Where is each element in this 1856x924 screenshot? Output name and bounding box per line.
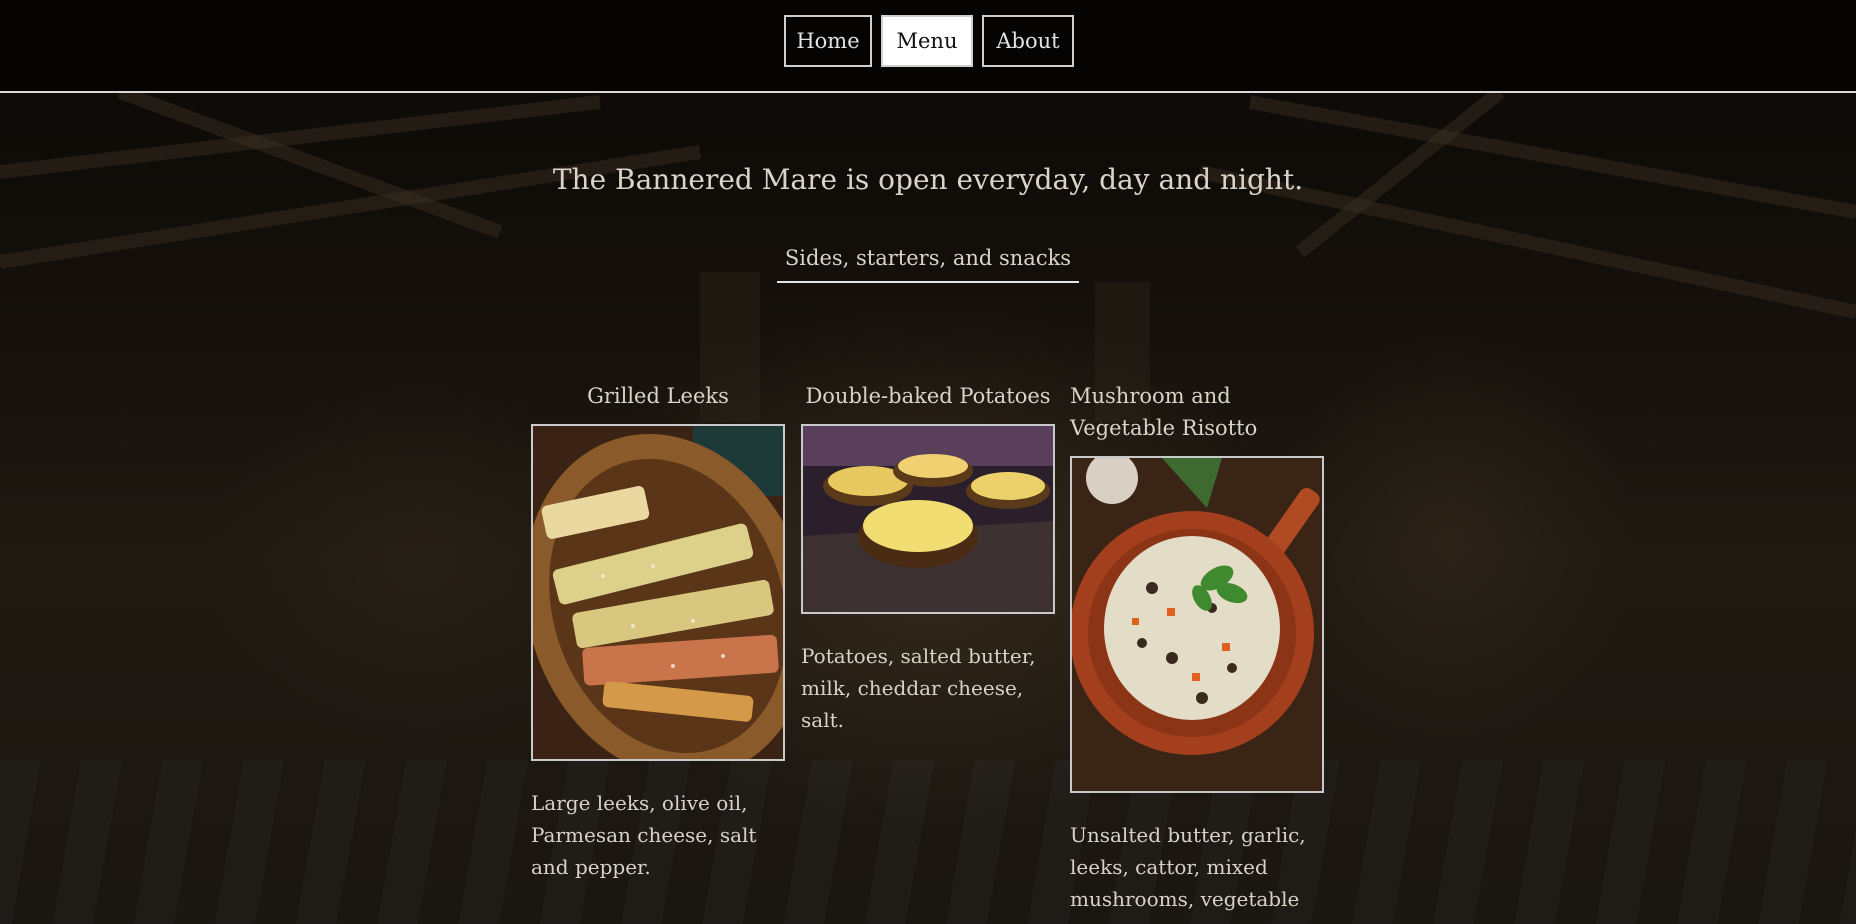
grilled-leeks-image <box>531 424 785 761</box>
section-divider <box>777 281 1079 283</box>
section-title: Sides, starters, and snacks <box>784 246 1072 270</box>
menu-item-name: Double-baked Potatoes <box>805 384 1051 408</box>
menu-item-name: Mushroom and Vegetable Risotto <box>1070 384 1258 440</box>
nav-home-button[interactable]: Home <box>784 15 872 67</box>
nav-about-button[interactable]: About <box>982 15 1074 67</box>
menu-item-double-baked-potatoes: Double-baked Potatoes Potatoes, salted b… <box>801 380 1055 736</box>
menu-item-description: Unsalted butter, garlic, leeks, cattor, … <box>1070 823 1306 911</box>
background-floor <box>0 760 1856 924</box>
menu-item-name: Grilled Leeks <box>587 384 729 408</box>
menu-item-grilled-leeks: Grilled Leeks Large leeks, olive oil, Pa… <box>531 380 785 883</box>
top-navigation-bar: Home Menu About <box>0 0 1856 93</box>
nav-menu: Home Menu About <box>784 15 1074 67</box>
menu-item-description: Potatoes, salted butter, milk, cheddar c… <box>801 644 1036 732</box>
mushroom-risotto-image <box>1070 456 1324 793</box>
nav-menu-button[interactable]: Menu <box>881 15 973 67</box>
double-baked-potatoes-image <box>801 424 1055 614</box>
page-headline: The Bannered Mare is open everyday, day … <box>552 163 1304 196</box>
menu-item-mushroom-vegetable-risotto: Mushroom and Vegetable Risotto Unsalted … <box>1070 380 1324 915</box>
menu-item-description: Large leeks, olive oil, Parmesan cheese,… <box>531 791 757 879</box>
